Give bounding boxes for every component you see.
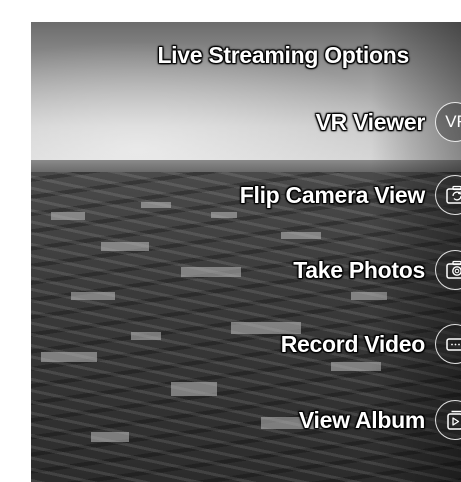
- vr-viewer-label: VR Viewer: [315, 108, 426, 135]
- vr-icon[interactable]: VR: [435, 102, 461, 142]
- view-album-label: View Album: [298, 406, 425, 433]
- menu-title: Live Streaming Options: [157, 42, 409, 68]
- view-album-option[interactable]: View Album: [299, 400, 461, 440]
- live-stream-view: Live Streaming Options VR Viewer VR Flip…: [31, 22, 461, 482]
- flip-camera-view-option[interactable]: Flip Camera View: [240, 175, 461, 215]
- video-camera-icon[interactable]: [435, 324, 461, 364]
- flip-camera-view-label: Flip Camera View: [239, 181, 426, 208]
- record-video-option[interactable]: Record Video: [281, 324, 461, 364]
- take-photos-label: Take Photos: [293, 256, 425, 283]
- take-photos-option[interactable]: Take Photos: [293, 250, 461, 290]
- vr-icon-text: VR: [445, 112, 461, 131]
- vr-viewer-option[interactable]: VR Viewer VR: [316, 102, 461, 142]
- camera-icon[interactable]: [435, 250, 461, 290]
- record-video-label: Record Video: [280, 330, 426, 357]
- flip-camera-icon[interactable]: [435, 175, 461, 215]
- album-icon[interactable]: [435, 400, 461, 440]
